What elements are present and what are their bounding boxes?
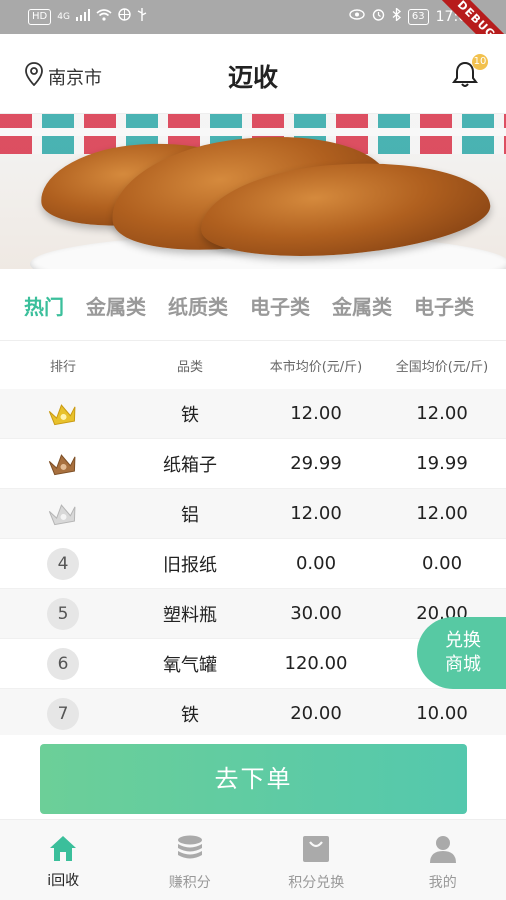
- banner-backdrop-stripe: [0, 128, 506, 136]
- status-left: HD 4G: [28, 8, 147, 25]
- rank-cell: 4: [0, 547, 126, 580]
- nav-label-profile: 我的: [428, 875, 457, 891]
- tab-electronic[interactable]: 电子类: [250, 291, 310, 320]
- category-name: 铝: [181, 504, 199, 526]
- notification-button[interactable]: 10: [452, 54, 488, 88]
- national-price: 12.00: [416, 403, 468, 424]
- local-price: 0.00: [295, 553, 337, 574]
- category-name: 铁: [181, 704, 199, 726]
- category-name: 氧气罐: [163, 654, 217, 676]
- national-price: 10.00: [416, 703, 468, 724]
- hd-badge: HD: [28, 8, 52, 25]
- home-icon: [48, 834, 78, 870]
- exchange-mall-line2: 商城: [445, 654, 481, 675]
- tab-hot[interactable]: 热门: [24, 291, 64, 320]
- eye-icon: [349, 9, 365, 24]
- tab-metal[interactable]: 金属类: [86, 291, 146, 320]
- national-price: 12.00: [416, 503, 468, 524]
- tab-electronic-2[interactable]: 电子类: [414, 291, 474, 320]
- exchange-mall-line1: 兑换: [445, 630, 481, 651]
- local-price: 20.00: [290, 703, 342, 724]
- rank-number: 4: [47, 547, 79, 580]
- exchange-mall-button[interactable]: 兑换 商城: [417, 617, 506, 689]
- rank-cell: 5: [0, 597, 126, 630]
- category-tabs: 热门 金属类 纸质类 电子类 金属类 电子类: [0, 269, 506, 341]
- rank-number: 6: [47, 647, 79, 680]
- rank-cell: 6: [0, 647, 126, 680]
- local-price: 120.00: [284, 653, 348, 674]
- user-icon: [429, 834, 457, 872]
- silver-crown-icon: [0, 501, 126, 527]
- nav-item-earn-points[interactable]: 赚积分: [127, 820, 254, 900]
- bell-icon: [452, 61, 478, 92]
- place-order-button[interactable]: 去下单: [40, 744, 467, 814]
- notification-badge: 10: [472, 54, 488, 70]
- nav-item-recycle[interactable]: i回收: [0, 820, 127, 900]
- local-price: 12.00: [290, 403, 342, 424]
- page-title: 迈收: [227, 63, 278, 92]
- header-rank: 排行: [49, 359, 76, 375]
- bottom-nav: i回收 赚积分 积分兑换 我的: [0, 819, 506, 900]
- national-price: 0.00: [421, 553, 463, 574]
- usb-icon: [137, 8, 147, 25]
- local-price: 30.00: [290, 603, 342, 624]
- signal-icon: [75, 8, 90, 25]
- nav-label-recycle: i回收: [47, 873, 80, 889]
- header-local-price: 本市均价(元/斤): [269, 359, 363, 375]
- banner-image[interactable]: [0, 114, 506, 269]
- network-type: 4G: [57, 11, 70, 22]
- bronze-crown-icon: [0, 451, 126, 477]
- table-row[interactable]: 铝 12.00 12.00: [0, 489, 506, 539]
- category-name: 铁: [181, 404, 199, 426]
- alarm-icon: [372, 8, 385, 25]
- rank-number: 7: [47, 697, 79, 730]
- battery-indicator: 63: [407, 8, 429, 25]
- rank-number: 5: [47, 597, 79, 630]
- header-category: 品类: [176, 359, 203, 375]
- nav-label-earn-points: 赚积分: [168, 875, 211, 891]
- coins-icon: [176, 834, 204, 872]
- wifi-icon: [96, 8, 112, 25]
- nav-item-profile[interactable]: 我的: [380, 820, 506, 900]
- table-row[interactable]: 铁 12.00 12.00: [0, 389, 506, 439]
- local-price: 29.99: [290, 453, 342, 474]
- category-name: 旧报纸: [163, 554, 217, 576]
- tab-paper[interactable]: 纸质类: [168, 291, 228, 320]
- nav-label-points-exchange: 积分兑换: [288, 875, 345, 891]
- category-name: 塑料瓶: [163, 604, 217, 626]
- table-header: 排行 品类 本市均价(元/斤) 全国均价(元/斤): [0, 341, 506, 389]
- bluetooth-icon: [392, 7, 401, 25]
- nav-item-points-exchange[interactable]: 积分兑换: [253, 820, 380, 900]
- gold-crown-icon: [0, 401, 126, 427]
- rank-cell: 7: [0, 697, 126, 730]
- globe-icon: [118, 8, 131, 25]
- table-row[interactable]: 7 铁 20.00 10.00: [0, 689, 506, 739]
- status-bar: HD 4G 63 17:00 DEBUG: [0, 0, 506, 70]
- app-header: 南京市 迈收 10: [0, 34, 506, 114]
- order-area: 去下单: [0, 735, 506, 819]
- local-price: 12.00: [290, 503, 342, 524]
- shopping-bag-icon: [302, 834, 330, 872]
- header-national-price: 全国均价(元/斤): [395, 359, 489, 375]
- table-row[interactable]: 4 旧报纸 0.00 0.00: [0, 539, 506, 589]
- table-row[interactable]: 纸箱子 29.99 19.99: [0, 439, 506, 489]
- national-price: 19.99: [416, 453, 468, 474]
- tab-metal-2[interactable]: 金属类: [332, 291, 392, 320]
- category-name: 纸箱子: [163, 454, 217, 476]
